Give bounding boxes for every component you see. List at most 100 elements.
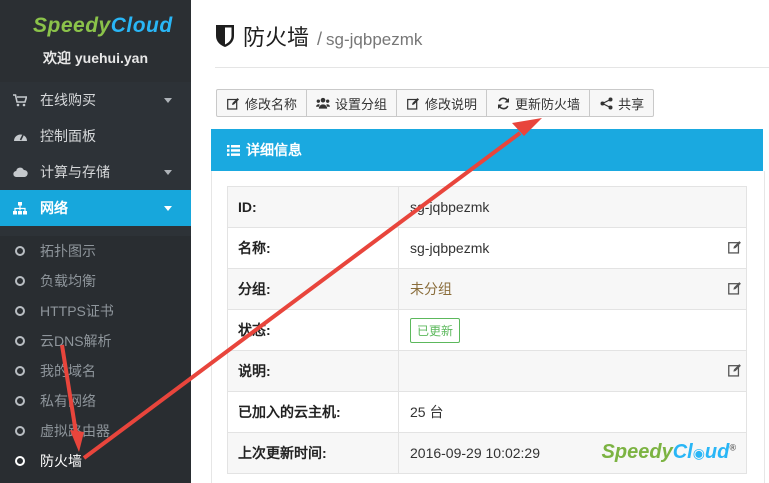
- submenu-item-my-domains[interactable]: 我的域名: [0, 356, 191, 386]
- circle-icon: [15, 426, 25, 436]
- edit-icon[interactable]: [728, 363, 742, 377]
- panel-title: 详细信息: [246, 142, 302, 158]
- sidebar-item-label: 计算与存储: [40, 164, 110, 180]
- table-row-name: 名称: sg-jqbpezmk: [227, 228, 747, 269]
- submenu-item-label: 虚拟路由器: [40, 423, 110, 439]
- sitemap-icon: [12, 200, 28, 216]
- row-key: 名称:: [228, 228, 399, 268]
- table-row-status: 状态: 已更新: [227, 310, 747, 351]
- submenu-item-label: 我的域名: [40, 363, 96, 379]
- share-button[interactable]: 共享: [589, 89, 655, 117]
- submenu-item-virtual-router[interactable]: 虚拟路由器: [0, 416, 191, 446]
- submenu-item-label: 防火墙: [40, 453, 82, 469]
- row-key: 分组:: [228, 269, 399, 309]
- sidebar-item-label: 网络: [40, 200, 68, 216]
- list-icon: [227, 144, 240, 156]
- sidebar: SpeedyCloud 欢迎 yuehui.yan 在线购买 控制面板 计算与存…: [0, 0, 191, 483]
- circle-icon: [15, 396, 25, 406]
- rename-button[interactable]: 修改名称: [216, 89, 308, 117]
- edit-icon[interactable]: [728, 281, 742, 295]
- edit-icon: [406, 96, 420, 110]
- table-row-cloud-hosts: 已加入的云主机: 25 台: [227, 392, 747, 433]
- chevron-down-icon: [164, 206, 172, 211]
- speedycloud-watermark: SpeedyCl◉ud®: [601, 441, 736, 463]
- cloud-icon: [12, 164, 28, 180]
- network-submenu: 拓扑图示 负载均衡 HTTPS证书 云DNS解析 我的域名 私有网络 虚拟路由器…: [0, 236, 191, 483]
- row-value-cell: 未分组: [399, 269, 746, 309]
- cart-icon: [12, 92, 28, 108]
- watermark-text: ud: [704, 441, 730, 463]
- button-label: 修改名称: [245, 96, 298, 112]
- row-key: ID:: [228, 187, 399, 227]
- row-value: sg-jqbpezmk: [410, 240, 490, 256]
- circle-icon: [15, 456, 25, 466]
- circle-icon: [15, 306, 25, 316]
- dashboard-icon: [12, 128, 28, 144]
- sidebar-item-compute-storage[interactable]: 计算与存储: [0, 154, 191, 190]
- details-table: ID: sg-jqbpezmk 名称: sg-jqbpezmk 分组: 未分组 …: [227, 186, 747, 474]
- submenu-item-private-network[interactable]: 私有网络: [0, 386, 191, 416]
- submenu-item-topology[interactable]: 拓扑图示: [0, 236, 191, 266]
- title-separator: /: [317, 29, 323, 49]
- action-toolbar: 修改名称 设置分组 修改说明 更新防火墙 共享: [216, 89, 655, 117]
- update-firewall-button[interactable]: 更新防火墙: [486, 89, 591, 117]
- sidebar-item-label: 在线购买: [40, 92, 96, 108]
- row-value: 未分组: [410, 281, 452, 297]
- shield-icon: [216, 25, 234, 47]
- speedycloud-logo[interactable]: SpeedyCloud: [33, 14, 173, 38]
- row-value: sg-jqbpezmk: [410, 199, 490, 215]
- logo-text-speedy: Speedy: [33, 14, 111, 37]
- row-value: 2016-09-29 10:02:29: [410, 445, 540, 461]
- table-row-last-updated: 上次更新时间: 2016-09-29 10:02:29 SpeedyCl◉ud®: [227, 433, 747, 474]
- table-row-description: 说明:: [227, 351, 747, 392]
- sidebar-item-dashboard[interactable]: 控制面板: [0, 118, 191, 154]
- users-icon: [316, 96, 331, 110]
- brand-area: SpeedyCloud 欢迎 yuehui.yan: [0, 0, 191, 82]
- submenu-item-label: 负载均衡: [40, 273, 96, 289]
- row-value-cell: [399, 351, 746, 391]
- row-value-cell: 2016-09-29 10:02:29 SpeedyCl◉ud®: [399, 433, 746, 473]
- row-key: 说明:: [228, 351, 399, 391]
- edit-icon[interactable]: [728, 240, 742, 254]
- submenu-item-cloud-dns[interactable]: 云DNS解析: [0, 326, 191, 356]
- table-row-id: ID: sg-jqbpezmk: [227, 187, 747, 228]
- registered-mark: ®: [729, 442, 736, 453]
- chevron-down-icon: [164, 98, 172, 103]
- row-value-cell: sg-jqbpezmk: [399, 228, 746, 268]
- submenu-item-https-cert[interactable]: HTTPS证书: [0, 296, 191, 326]
- edit-description-button[interactable]: 修改说明: [396, 89, 488, 117]
- header-divider: [215, 67, 769, 68]
- button-label: 设置分组: [335, 96, 388, 112]
- page-title: 防火墙: [243, 25, 310, 50]
- circle-icon: [15, 336, 25, 346]
- button-label: 共享: [618, 96, 645, 112]
- submenu-item-label: 私有网络: [40, 393, 96, 409]
- details-panel-header: 详细信息: [211, 129, 763, 171]
- circle-icon: [15, 246, 25, 256]
- circle-icon: [15, 276, 25, 286]
- row-key: 状态:: [228, 310, 399, 350]
- sidebar-item-label: 控制面板: [40, 128, 96, 144]
- status-badge: 已更新: [410, 317, 461, 343]
- logo-text-cloud: Cloud: [110, 14, 173, 37]
- chevron-down-icon: [164, 170, 172, 175]
- sidebar-item-network[interactable]: 网络: [0, 190, 191, 226]
- page-header: 防火墙 / sg-jqbpezmk: [215, 20, 422, 52]
- watermark-text: Cl: [672, 441, 693, 463]
- watermark-text: Speedy: [601, 441, 673, 463]
- table-row-group: 分组: 未分组: [227, 269, 747, 310]
- row-value: 25 台: [410, 404, 444, 420]
- button-label: 更新防火墙: [515, 96, 581, 112]
- set-group-button[interactable]: 设置分组: [306, 89, 398, 117]
- welcome-text: 欢迎 yuehui.yan: [42, 50, 149, 66]
- edit-icon: [226, 96, 240, 110]
- row-value-cell: 已更新: [399, 310, 746, 350]
- refresh-icon: [496, 96, 510, 110]
- sidebar-item-buy-online[interactable]: 在线购买: [0, 82, 191, 118]
- submenu-item-firewall[interactable]: 防火墙: [0, 446, 191, 476]
- submenu-item-load-balancer[interactable]: 负载均衡: [0, 266, 191, 296]
- submenu-item-label: HTTPS证书: [40, 303, 114, 319]
- row-key: 已加入的云主机:: [228, 392, 399, 432]
- page-subtitle: sg-jqbpezmk: [326, 30, 423, 49]
- submenu-item-label: 云DNS解析: [40, 333, 112, 349]
